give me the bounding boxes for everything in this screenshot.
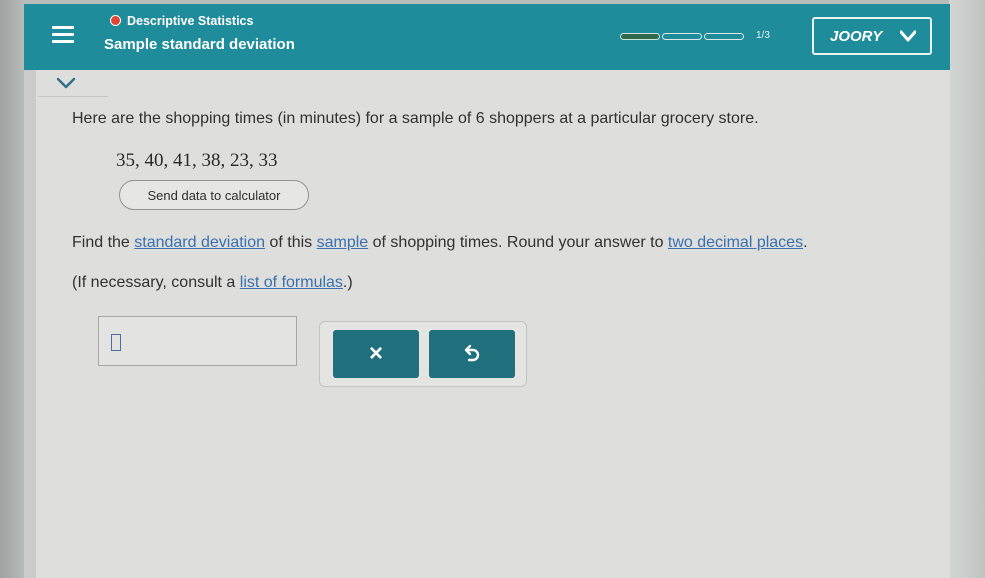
progress-segment-2 — [662, 33, 702, 40]
divider — [38, 96, 108, 97]
instructions-prefix: Find the — [72, 234, 135, 251]
data-values: 35, 40, 41, 38, 23, 33 — [116, 150, 278, 171]
answer-actions: × — [319, 321, 527, 387]
instructions-suffix: . — [803, 234, 808, 251]
topic-text: Descriptive Statistics — [127, 14, 254, 28]
formulas-prefix: (If necessary, consult a — [72, 274, 240, 291]
topic-status-dot — [110, 15, 121, 26]
chevron-down-icon — [900, 30, 916, 42]
progress-count: 1/3 — [756, 30, 770, 41]
progress-bar — [620, 32, 744, 42]
instructions-middle-2: of shopping times. Round your answer to — [368, 234, 668, 251]
instructions: Find the standard deviation of this samp… — [72, 234, 808, 252]
answer-input[interactable] — [98, 316, 297, 366]
collapse-chevron-icon[interactable] — [56, 76, 76, 90]
undo-icon — [464, 344, 480, 362]
user-menu-button[interactable]: JOORY — [812, 17, 932, 55]
page-title: Sample standard deviation — [104, 36, 295, 53]
instructions-middle-1: of this — [265, 234, 317, 251]
answer-entry-cursor — [111, 334, 121, 351]
hamburger-menu-icon[interactable] — [52, 26, 74, 44]
standard-deviation-link[interactable]: standard deviation — [134, 234, 265, 251]
two-decimal-places-link[interactable]: two decimal places — [668, 234, 803, 251]
sample-link[interactable]: sample — [317, 234, 369, 251]
user-name: JOORY — [830, 27, 883, 45]
progress-segment-1 — [620, 33, 660, 40]
formulas-suffix: .) — [342, 274, 353, 291]
close-icon: × — [368, 340, 383, 367]
topic-label: Descriptive Statistics — [110, 14, 253, 28]
right-margin — [949, 0, 985, 578]
progress-segment-3 — [704, 33, 744, 40]
clear-button[interactable]: × — [333, 330, 419, 378]
topic-header: Descriptive Statistics Sample standard d… — [24, 4, 950, 70]
list-of-formulas-link[interactable]: list of formulas — [240, 274, 343, 291]
formulas-note: (If necessary, consult a list of formula… — [72, 274, 353, 292]
problem-statement: Here are the shopping times (in minutes)… — [72, 110, 759, 127]
undo-button[interactable] — [429, 330, 515, 378]
left-margin — [0, 0, 24, 578]
send-data-button[interactable]: Send data to calculator — [119, 180, 309, 210]
